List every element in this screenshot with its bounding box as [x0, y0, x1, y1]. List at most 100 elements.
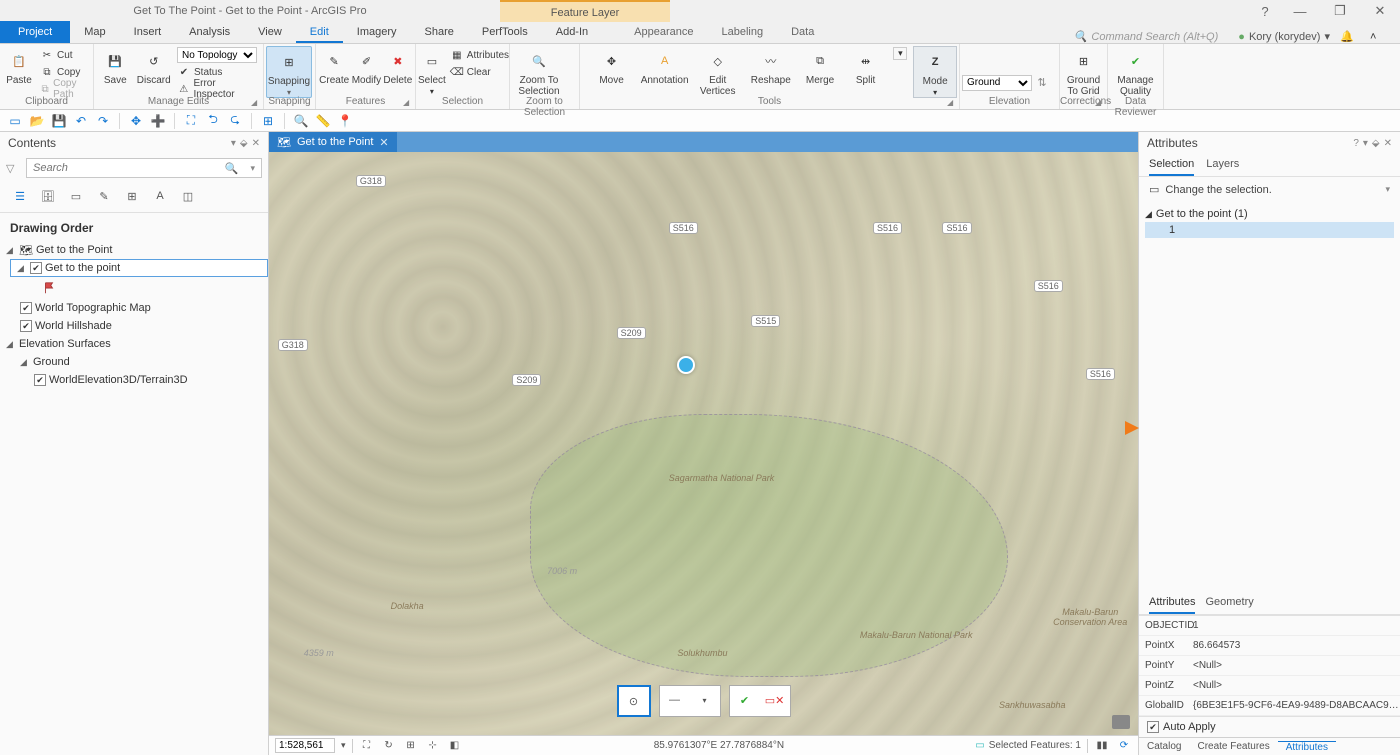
zoom-to-selection-button[interactable]: 🔍Zoom To Selection	[512, 46, 566, 97]
contents-menu-button[interactable]: ▾	[231, 138, 236, 149]
qat-add[interactable]: ➕	[149, 112, 167, 130]
terrain-layer[interactable]: ✔WorldElevation3D/Terrain3D	[0, 371, 268, 389]
list-source-button[interactable]: 🗄	[38, 186, 58, 206]
help-button[interactable]: ?	[1250, 0, 1280, 22]
terrain-checkbox[interactable]: ✔	[34, 374, 46, 386]
list-drawing-order-button[interactable]: ☰	[10, 186, 30, 206]
manage-quality-button[interactable]: ✔Manage Quality	[1110, 46, 1161, 97]
grid-icon[interactable]: ⊞	[403, 740, 419, 751]
tab-map[interactable]: Map	[70, 21, 119, 43]
rotate-icon[interactable]: ↻	[381, 740, 397, 751]
qat-new[interactable]: ▭	[6, 112, 24, 130]
command-search[interactable]: 🔍 Command Search (Alt+Q)	[1074, 30, 1229, 43]
map-node[interactable]: ◢🗺Get to the Point	[0, 241, 268, 259]
minimize-button[interactable]: —	[1280, 0, 1320, 22]
qat-redo[interactable]: ↷	[94, 112, 112, 130]
elevation-surfaces-node[interactable]: ◢Elevation Surfaces	[0, 335, 268, 353]
map-canvas[interactable]: G318 G318 S516 S516 S516 S516 S516 S515 …	[269, 152, 1138, 735]
user-menu[interactable]: ● Kory (korydev) ▾	[1228, 30, 1340, 43]
topology-select[interactable]: No Topology	[177, 47, 257, 63]
inner-tab-geometry[interactable]: Geometry	[1205, 596, 1253, 614]
bottom-tab-attributes[interactable]: Attributes	[1278, 741, 1336, 753]
select-button[interactable]: ▭Select▾	[418, 46, 446, 96]
split-tool[interactable]: ⇹Split	[844, 46, 888, 86]
attributes-menu-button[interactable]: ▾	[1363, 138, 1368, 149]
tab-perftools[interactable]: PerfTools	[468, 21, 542, 43]
attr-row-pointz[interactable]: PointZ<Null>	[1139, 676, 1400, 696]
attr-row-pointx[interactable]: PointX86.664573	[1139, 636, 1400, 656]
tab-project[interactable]: Project	[0, 21, 70, 43]
map-tab-close-button[interactable]: ✕	[379, 136, 388, 149]
qat-prev[interactable]: ⮌	[204, 112, 222, 130]
sel-feature-row[interactable]: 1	[1145, 222, 1394, 238]
scale-icon[interactable]: ⛶	[359, 740, 375, 751]
contents-close-button[interactable]: ✕	[252, 138, 260, 149]
merge-tool[interactable]: ⧉Merge	[798, 46, 842, 86]
basemap-hillshade-checkbox[interactable]: ✔	[20, 320, 32, 332]
tab-insert[interactable]: Insert	[120, 21, 176, 43]
ground-node[interactable]: ◢Ground	[0, 353, 268, 371]
refresh-button[interactable]: ⟳	[1116, 740, 1132, 751]
qat-open[interactable]: 📂	[28, 112, 46, 130]
inner-tab-attributes[interactable]: Attributes	[1149, 596, 1195, 614]
list-perspective-button[interactable]: ◫	[178, 186, 198, 206]
basemap-topo[interactable]: ✔World Topographic Map	[0, 299, 268, 317]
bottom-tab-create-features[interactable]: Create Features	[1189, 741, 1277, 752]
cut-button[interactable]: ✂Cut	[40, 47, 87, 63]
basemap-topo-checkbox[interactable]: ✔	[20, 302, 32, 314]
create-button[interactable]: ✎Create	[318, 46, 350, 86]
snapping-status-icon[interactable]: ⊹	[425, 740, 441, 751]
tab-addin[interactable]: Add-In	[542, 21, 602, 43]
qat-save[interactable]: 💾	[50, 112, 68, 130]
tab-layers[interactable]: Layers	[1206, 158, 1239, 176]
dynamic-constraints-button[interactable]	[1112, 715, 1130, 729]
list-labeling-button[interactable]: A	[150, 186, 170, 206]
contents-search[interactable]: 🔍 ▾	[26, 158, 262, 178]
tab-appearance[interactable]: Appearance	[620, 21, 707, 43]
paste-button[interactable]: 📋 Paste	[2, 46, 36, 86]
copy-path-button[interactable]: ⧉Copy Path	[40, 81, 87, 97]
qat-full-extent[interactable]: ⛶	[182, 112, 200, 130]
tab-selection[interactable]: Selection	[1149, 158, 1194, 176]
contents-search-input[interactable]	[27, 162, 219, 174]
view-tab-get-to-point[interactable]: 🗺 Get to the Point ✕	[269, 132, 397, 152]
close-button[interactable]: ✕	[1360, 0, 1400, 22]
change-selection-row[interactable]: ▭ Change the selection. ▾	[1139, 177, 1400, 202]
move-tool[interactable]: ✥Move	[586, 46, 637, 86]
search-dropdown-icon[interactable]: ▾	[244, 163, 261, 174]
maximize-button[interactable]: ❐	[1320, 0, 1360, 22]
contents-pin-button[interactable]: ⬙	[240, 138, 248, 149]
layer-get-to-point[interactable]: ◢✔Get to the point	[10, 259, 268, 277]
attributes-close-button[interactable]: ✕	[1384, 138, 1392, 149]
sketch-tool-current[interactable]: ⊙	[617, 685, 651, 717]
qat-explore[interactable]: ✥	[127, 112, 145, 130]
sel-layer-row[interactable]: ◢Get to the point (1)	[1145, 206, 1394, 222]
cancel-sketch-button[interactable]: ▭✕	[763, 689, 787, 711]
tab-view[interactable]: View	[244, 21, 296, 43]
tab-labeling[interactable]: Labeling	[707, 21, 777, 43]
gallery-expand-button[interactable]: ▾	[893, 47, 907, 60]
attr-row-objectid[interactable]: OBJECTID1	[1139, 616, 1400, 636]
delete-button[interactable]: ✖Delete	[383, 46, 413, 86]
attr-row-globalid[interactable]: GlobalID{6BE3E1F5-9CF6-4EA9-9489-D8ABCAA…	[1139, 696, 1400, 716]
pause-drawing-button[interactable]: ▮▮	[1094, 740, 1110, 751]
reshape-tool[interactable]: 〰Reshape	[745, 46, 796, 86]
list-snapping-button[interactable]: ⊞	[122, 186, 142, 206]
attributes-button[interactable]: ▦Attributes	[450, 47, 509, 63]
tab-data[interactable]: Data	[777, 21, 828, 43]
qat-basemap[interactable]: ⊞	[259, 112, 277, 130]
qat-measure[interactable]: 📏	[314, 112, 332, 130]
auto-apply-checkbox[interactable]: ✔	[1147, 721, 1159, 733]
annotation-tool[interactable]: AAnnotation	[639, 46, 690, 86]
z-mode-button[interactable]: ZMode▾	[913, 46, 957, 98]
corrections-launcher[interactable]: ◢	[1095, 98, 1105, 108]
list-editing-button[interactable]: ✎	[94, 186, 114, 206]
discard-edits-button[interactable]: ↺Discard	[135, 46, 174, 86]
ground-to-grid-button[interactable]: ⊞Ground To Grid	[1062, 46, 1105, 97]
attributes-help-button[interactable]: ?	[1353, 138, 1359, 149]
qat-locate[interactable]: 📍	[336, 112, 354, 130]
edit-vertices-tool[interactable]: ◇Edit Vertices	[692, 46, 743, 97]
elevation-select[interactable]: Ground	[962, 75, 1032, 91]
manage-edits-launcher[interactable]: ◢	[251, 98, 261, 108]
selected-features-count[interactable]: ▭ Selected Features: 1	[975, 740, 1081, 751]
